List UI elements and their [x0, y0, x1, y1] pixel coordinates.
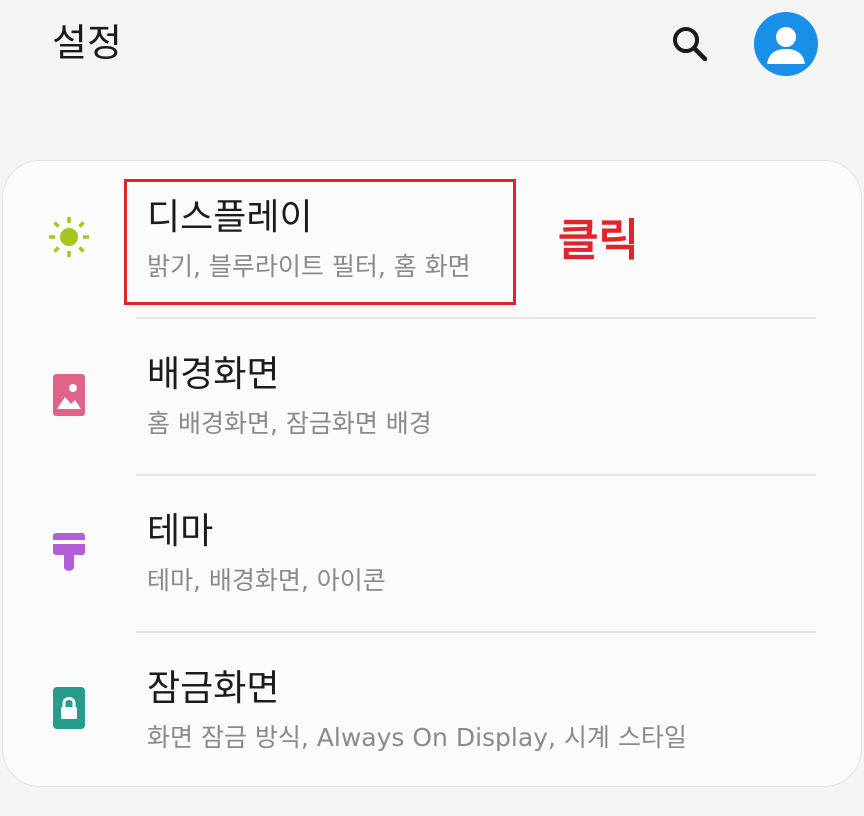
- theme-brush-icon: [47, 529, 91, 573]
- settings-item-title: 배경화면: [147, 354, 280, 395]
- settings-item-subtitle: 화면 잠금 방식, Always On Display, 시계 스타일: [147, 723, 687, 752]
- settings-item-title: 테마: [147, 511, 214, 552]
- settings-item-display[interactable]: 디스플레이 밝기, 블루라이트 필터, 홈 화면: [3, 161, 861, 317]
- settings-card: 디스플레이 밝기, 블루라이트 필터, 홈 화면 배경화면 홈 배경화면, 잠금…: [2, 160, 862, 787]
- account-avatar-button[interactable]: [754, 12, 818, 76]
- account-icon: [767, 27, 805, 64]
- settings-item-subtitle: 테마, 배경화면, 아이콘: [147, 566, 386, 595]
- wallpaper-icon: [47, 373, 91, 417]
- lock-icon: [47, 686, 91, 730]
- annotation-label: 클릭: [558, 215, 639, 266]
- settings-item-lock-screen[interactable]: 잠금화면 화면 잠금 방식, Always On Display, 시계 스타일: [3, 632, 861, 788]
- search-button[interactable]: [668, 22, 712, 66]
- app-bar: 설정: [0, 0, 864, 100]
- settings-item-wallpaper[interactable]: 배경화면 홈 배경화면, 잠금화면 배경: [3, 318, 861, 474]
- settings-item-theme[interactable]: 테마 테마, 배경화면, 아이콘: [3, 475, 861, 631]
- settings-item-title: 잠금화면: [147, 668, 280, 709]
- brightness-icon: [47, 215, 91, 259]
- search-icon: [673, 27, 708, 62]
- page-title: 설정: [52, 21, 122, 65]
- settings-item-title: 디스플레이: [147, 197, 313, 238]
- settings-item-subtitle: 홈 배경화면, 잠금화면 배경: [147, 409, 432, 438]
- settings-item-subtitle: 밝기, 블루라이트 필터, 홈 화면: [147, 252, 471, 281]
